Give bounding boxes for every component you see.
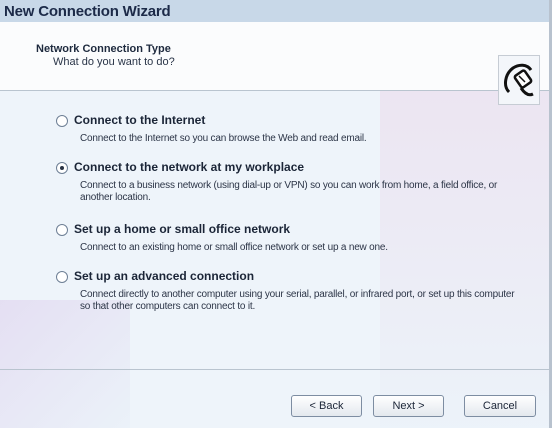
option-label: Set up an advanced connection (74, 269, 255, 283)
option-label: Connect to the network at my workplace (74, 160, 305, 174)
title-bar[interactable]: New Connection Wizard (0, 0, 552, 22)
radio-button-selected[interactable] (56, 162, 68, 174)
radio-button[interactable] (56, 115, 68, 127)
next-button[interactable]: Next > (373, 395, 444, 417)
header-subtitle: What do you want to do? (53, 56, 175, 68)
radio-button[interactable] (56, 224, 68, 236)
wizard-window: New Connection Wizard Network Connection… (0, 0, 552, 428)
option-description: Connect to a business network (using dia… (80, 180, 498, 203)
footer-divider (0, 369, 552, 370)
cancel-button[interactable]: Cancel (464, 395, 536, 417)
header-title: Network Connection Type (36, 43, 171, 55)
option-description: Connect to an existing home or small off… (80, 242, 388, 253)
window-title: New Connection Wizard (4, 2, 171, 20)
option-description: Connect to the Internet so you can brows… (80, 133, 367, 144)
back-button[interactable]: < Back (291, 395, 362, 417)
option-description: Connect directly to another computer usi… (80, 289, 515, 312)
radio-button[interactable] (56, 271, 68, 283)
wizard-header: Network Connection Type What do you want… (0, 22, 552, 105)
options-panel: Connect to the Internet Connect to the I… (0, 91, 552, 369)
option-label: Connect to the Internet (74, 113, 206, 127)
option-label: Set up a home or small office network (74, 222, 291, 236)
